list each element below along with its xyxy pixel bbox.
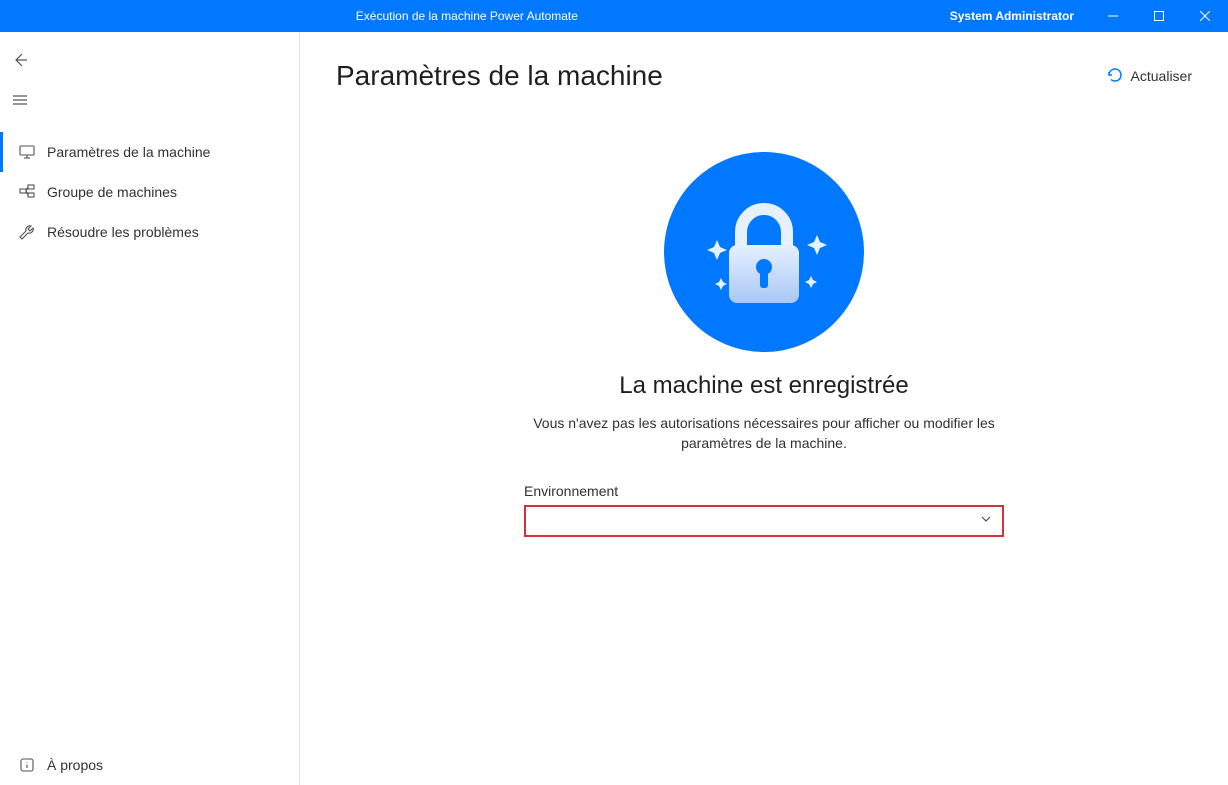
sidebar-item-machine-group[interactable]: Groupe de machines — [0, 172, 299, 212]
refresh-icon — [1107, 67, 1123, 86]
sidebar-item-label: Groupe de machines — [47, 184, 177, 200]
refresh-label: Actualiser — [1131, 68, 1192, 84]
info-icon — [17, 757, 37, 773]
environment-dropdown[interactable] — [524, 505, 1004, 537]
main-content: Paramètres de la machine Actualiser — [300, 32, 1228, 785]
lock-illustration — [664, 152, 864, 352]
back-button[interactable] — [0, 40, 40, 80]
wrench-icon — [17, 224, 37, 240]
sidebar-item-troubleshoot[interactable]: Résoudre les problèmes — [0, 212, 299, 252]
close-button[interactable] — [1182, 0, 1228, 32]
page-title: Paramètres de la machine — [336, 60, 663, 92]
minimize-button[interactable] — [1090, 0, 1136, 32]
group-icon — [17, 184, 37, 200]
status-description: Vous n'avez pas les autorisations nécess… — [504, 414, 1024, 453]
user-label: System Administrator — [934, 9, 1090, 23]
sidebar-item-label: À propos — [47, 757, 103, 773]
title-bar: Exécution de la machine Power Automate S… — [0, 0, 1228, 32]
monitor-icon — [17, 144, 37, 160]
sidebar: Paramètres de la machine Groupe de machi… — [0, 32, 300, 785]
sidebar-item-label: Résoudre les problèmes — [47, 224, 199, 240]
sidebar-item-machine-settings[interactable]: Paramètres de la machine — [0, 132, 299, 172]
maximize-button[interactable] — [1136, 0, 1182, 32]
refresh-button[interactable]: Actualiser — [1107, 67, 1192, 86]
app-title: Exécution de la machine Power Automate — [0, 9, 934, 23]
hamburger-button[interactable] — [0, 80, 40, 120]
chevron-down-icon — [980, 512, 992, 530]
nav: Paramètres de la machine Groupe de machi… — [0, 132, 299, 252]
sidebar-item-label: Paramètres de la machine — [47, 144, 210, 160]
status-heading: La machine est enregistrée — [336, 372, 1192, 400]
window-controls — [1090, 0, 1228, 32]
environment-label: Environnement — [524, 483, 1004, 499]
sidebar-item-about[interactable]: À propos — [0, 745, 299, 785]
